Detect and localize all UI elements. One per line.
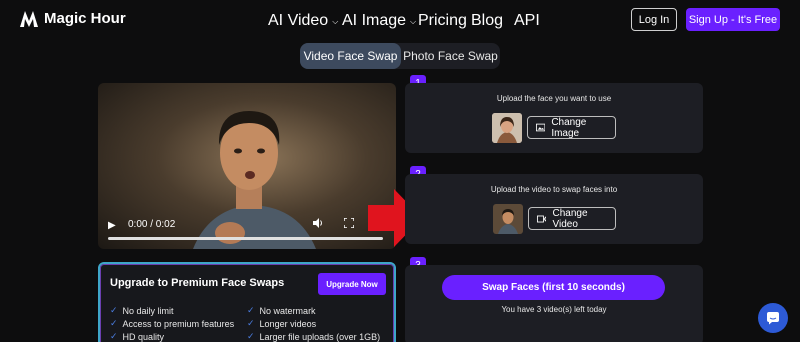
nav-item-blog[interactable]: Blog	[471, 12, 503, 30]
nav-item-api[interactable]: API	[514, 12, 540, 30]
top-nav: Magic Hour AI Video ⌵ AI Image ⌵ Pricing…	[0, 0, 800, 38]
fullscreen-icon[interactable]	[344, 218, 354, 228]
check-icon: ✓	[247, 305, 255, 315]
change-image-label: Change Image	[551, 116, 587, 139]
upload-face-caption: Upload the face you want to use	[496, 94, 612, 103]
premium-title: Upgrade to Premium Face Swaps	[110, 277, 285, 289]
feature-label: Longer videos	[259, 318, 317, 329]
check-icon: ✓	[247, 331, 255, 341]
video-time: 0:00 / 0:02	[128, 219, 176, 230]
feature-item: ✓ No watermark	[247, 305, 316, 316]
nav-item-pricing[interactable]: Pricing	[418, 12, 467, 30]
check-icon: ✓	[110, 331, 118, 341]
chevron-down-icon: ⌵	[332, 16, 339, 26]
chat-widget-button[interactable]	[758, 303, 788, 333]
premium-upgrade-card: Upgrade to Premium Face Swaps Upgrade No…	[98, 262, 396, 342]
face-image-thumbnail	[492, 113, 522, 143]
login-button[interactable]: Log In	[631, 8, 677, 31]
check-icon: ✓	[110, 305, 118, 315]
videos-left-note: You have 3 video(s) left today	[501, 305, 607, 314]
upload-video-caption: Upload the video to swap faces into	[490, 185, 618, 194]
nav-item-ai-image[interactable]: AI Image ⌵	[342, 12, 416, 30]
change-video-button[interactable]: Change Video	[528, 207, 616, 230]
signup-button[interactable]: Sign Up - It's Free	[686, 8, 780, 31]
feature-item: ✓ Access to premium features	[110, 318, 234, 329]
video-progress-bar[interactable]	[108, 237, 383, 240]
change-image-button[interactable]: Change Image	[527, 116, 616, 139]
upload-face-panel: Upload the face you want to use Change I…	[405, 83, 703, 153]
video-player[interactable]: ▶ 0:00 / 0:02	[98, 83, 396, 249]
feature-label: No watermark	[259, 305, 316, 316]
chat-icon	[767, 312, 779, 325]
swap-faces-button[interactable]: Swap Faces (first 10 seconds)	[442, 275, 665, 300]
magic-hour-logo-icon	[20, 10, 38, 27]
upload-video-panel: Upload the video to swap faces into Chan…	[405, 174, 703, 244]
nav-item-ai-video[interactable]: AI Video ⌵	[268, 12, 338, 30]
nav-label: API	[514, 12, 540, 29]
video-camera-icon	[537, 215, 547, 222]
woman-portrait-icon	[492, 113, 522, 143]
feature-label: No daily limit	[122, 305, 174, 316]
video-controls: ▶ 0:00 / 0:02	[98, 211, 396, 249]
feature-label: HD quality	[122, 331, 165, 342]
nav-label: AI Image	[342, 12, 407, 29]
nav-label: Pricing	[418, 12, 467, 29]
brand-name: Magic Hour	[44, 10, 126, 27]
upgrade-now-button[interactable]: Upgrade Now	[318, 273, 386, 295]
change-video-label: Change Video	[552, 207, 588, 230]
nav-label: AI Video	[268, 12, 329, 29]
feature-label: Access to premium features	[122, 318, 235, 329]
logo[interactable]: Magic Hour	[20, 10, 126, 27]
feature-item: ✓ No daily limit	[110, 305, 174, 316]
feature-item: ✓ Longer videos	[247, 318, 316, 329]
feature-label: Larger file uploads (over 1GB)	[259, 331, 381, 342]
play-icon[interactable]: ▶	[108, 220, 116, 231]
swap-mode-tabs: Video Face Swap Photo Face Swap	[300, 43, 500, 69]
tab-video-face-swap[interactable]: Video Face Swap	[300, 43, 401, 69]
chevron-down-icon: ⌵	[410, 16, 417, 26]
tab-photo-face-swap[interactable]: Photo Face Swap	[401, 43, 500, 69]
volume-icon[interactable]	[312, 217, 324, 229]
check-icon: ✓	[110, 318, 118, 328]
nav-label: Blog	[471, 12, 504, 29]
man-portrait-icon	[493, 204, 523, 234]
video-thumbnail	[493, 204, 523, 234]
feature-item: ✓ HD quality	[110, 331, 164, 342]
feature-item: ✓ Larger file uploads (over 1GB)	[247, 331, 380, 342]
image-icon	[536, 123, 546, 132]
check-icon: ✓	[247, 318, 255, 328]
